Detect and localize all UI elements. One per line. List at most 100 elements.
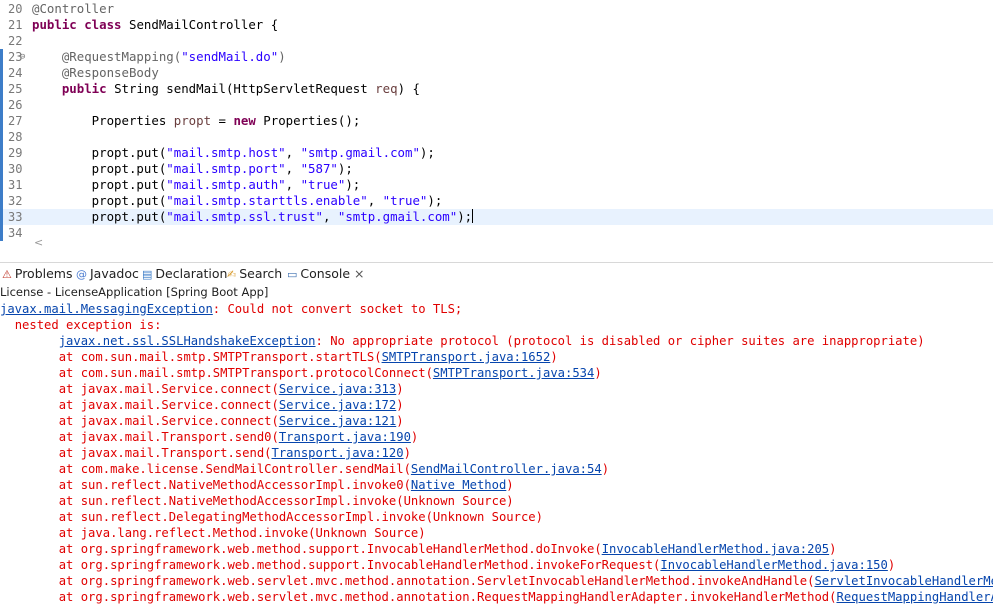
code-line[interactable]: 30 propt.put("mail.smtp.port", "587"); [0, 161, 993, 177]
text-caret [472, 209, 474, 223]
tab-console[interactable]: ▭ Console × [287, 265, 364, 283]
console-output[interactable]: javax.mail.MessagingException: Could not… [0, 300, 993, 605]
console-text: ) [410, 430, 419, 444]
console-line: javax.net.ssl.SSLHandshakeException: No … [0, 333, 925, 349]
console-text: at com.make.license.SendMailController.s… [58, 462, 411, 476]
code-line[interactable]: 26 [0, 97, 993, 113]
tab-search[interactable]: ✍ Search [227, 265, 282, 283]
tab-label: Console [300, 266, 351, 281]
javadoc-icon: @ [76, 268, 87, 281]
console-text: at org.springframework.web.method.suppor… [58, 558, 661, 572]
change-marker [0, 81, 3, 97]
stacktrace-link[interactable]: InvocableHandlerMethod.java:205 [602, 542, 829, 556]
search-icon: ✍ [227, 268, 237, 281]
problems-icon: ⚠ [2, 268, 12, 281]
stacktrace-link[interactable]: SMTPTransport.java:1652 [382, 350, 551, 364]
console-line: at javax.mail.Service.connect(Service.ja… [0, 381, 404, 397]
console-text: ) [601, 462, 610, 476]
scroll-left-arrow-icon[interactable]: < [34, 236, 43, 249]
code-text: @RequestMapping("sendMail.do") [32, 49, 286, 64]
console-text: at org.springframework.web.servlet.mvc.m… [58, 590, 837, 604]
code-line[interactable]: 22 [0, 33, 993, 49]
code-text: public class SendMailController { [32, 17, 279, 32]
code-line[interactable]: 25 public String sendMail(HttpServletReq… [0, 81, 993, 97]
console-text: at com.sun.mail.smtp.SMTPTransport.start… [58, 350, 382, 364]
line-number: 24 [8, 66, 23, 80]
console-text: ) [396, 382, 404, 396]
code-line[interactable]: 31 propt.put("mail.smtp.auth", "true"); [0, 177, 993, 193]
console-text: at javax.mail.Service.connect( [58, 382, 279, 396]
code-line[interactable]: 27 Properties propt = new Properties(); [0, 113, 993, 129]
change-marker [0, 65, 3, 81]
code-text: propt.put("mail.smtp.ssl.trust", "smtp.g… [32, 209, 474, 224]
stacktrace-link[interactable]: javax.mail.MessagingException [0, 302, 213, 316]
code-line[interactable]: 20 @Controller [0, 1, 993, 17]
line-number: 29 [8, 146, 23, 160]
line-number: 21 [8, 18, 23, 32]
stacktrace-link[interactable]: Transport.java:190 [279, 430, 411, 444]
console-line: nested exception is: [0, 317, 162, 333]
code-editor[interactable]: 20 @Controller 21 public class SendMailCont… [0, 0, 993, 262]
change-marker [0, 129, 3, 145]
code-line[interactable]: 23 ⊖ @RequestMapping("sendMail.do") [0, 49, 993, 65]
console-line: javax.mail.MessagingException: Could not… [0, 301, 462, 317]
console-text: at javax.mail.Transport.send( [58, 446, 272, 460]
console-text: at sun.reflect.NativeMethodAccessorImpl.… [58, 494, 514, 508]
change-marker [0, 97, 3, 113]
console-line: at com.sun.mail.smtp.SMTPTransport.start… [0, 349, 558, 365]
console-line: at org.springframework.web.servlet.mvc.m… [0, 589, 993, 605]
code-line[interactable]: 21 public class SendMailController { [0, 17, 993, 33]
stacktrace-link[interactable]: RequestMappingHandlerAda [836, 590, 993, 604]
console-line: at javax.mail.Service.connect(Service.ja… [0, 413, 404, 429]
console-text: ) [887, 558, 896, 572]
stacktrace-link[interactable]: javax.net.ssl.SSLHandshakeException [59, 334, 316, 348]
tab-javadoc[interactable]: @ Javadoc [76, 265, 139, 283]
code-text: propt.put("mail.smtp.auth", "true"); [32, 177, 361, 192]
close-icon[interactable]: × [350, 266, 364, 281]
console-text: at javax.mail.Service.connect( [58, 398, 279, 412]
console-line: at org.springframework.web.method.suppor… [0, 541, 837, 557]
stacktrace-link[interactable]: Service.java:121 [279, 414, 396, 428]
console-text: ) [403, 446, 411, 460]
console-line: at com.sun.mail.smtp.SMTPTransport.proto… [0, 365, 602, 381]
code-line[interactable]: 24 @ResponseBody [0, 65, 993, 81]
stacktrace-link[interactable]: SendMailController.java:54 [411, 462, 602, 476]
stacktrace-link[interactable]: Service.java:172 [279, 398, 396, 412]
console-title: License - LicenseApplication [Spring Boo… [0, 285, 269, 299]
console-text: ) [550, 350, 558, 364]
console-text: at com.sun.mail.smtp.SMTPTransport.proto… [58, 366, 433, 380]
tab-problems[interactable]: ⚠ Problems [2, 265, 73, 283]
stacktrace-link[interactable]: InvocableHandlerMethod.java:150 [660, 558, 887, 572]
console-text: : No appropriate protocol (protocol is d… [315, 334, 925, 348]
code-line[interactable]: 29 propt.put("mail.smtp.host", "smtp.gma… [0, 145, 993, 161]
stacktrace-link[interactable]: ServletInvocableHandlerMeth [814, 574, 993, 588]
fold-toggle-icon[interactable]: ⊖ [20, 49, 25, 65]
code-line[interactable]: 32 propt.put("mail.smtp.starttls.enable"… [0, 193, 993, 209]
declaration-icon: ▤ [142, 268, 153, 281]
console-line: at org.springframework.web.method.suppor… [0, 557, 896, 573]
console-line: at sun.reflect.NativeMethodAccessorImpl.… [0, 477, 514, 493]
change-marker [0, 177, 3, 193]
change-marker [0, 209, 3, 225]
console-text: at java.lang.reflect.Method.invoke(Unkno… [58, 526, 426, 540]
code-text: propt.put("mail.smtp.host", "smtp.gmail.… [32, 145, 435, 160]
line-number: 20 [8, 2, 23, 16]
tab-declaration[interactable]: ▤ Declaration [142, 265, 227, 283]
console-line: at com.make.license.SendMailController.s… [0, 461, 609, 477]
code-line[interactable]: 28 [0, 129, 993, 145]
console-text: at org.springframework.web.servlet.mvc.m… [58, 574, 815, 588]
code-line[interactable]: 33 propt.put("mail.smtp.ssl.trust", "smt… [0, 209, 993, 225]
console-text: ) [829, 542, 837, 556]
line-number: 32 [8, 194, 23, 208]
editor-horizontal-scrollbar[interactable]: < [0, 236, 993, 254]
tab-label: Javadoc [90, 266, 139, 281]
stacktrace-link[interactable]: SMTPTransport.java:534 [433, 366, 594, 380]
console-text: nested exception is: [14, 318, 162, 332]
console-text: at sun.reflect.DelegatingMethodAccessorI… [58, 510, 543, 524]
stacktrace-link[interactable]: Native Method [411, 478, 506, 492]
console-line: at sun.reflect.DelegatingMethodAccessorI… [0, 509, 543, 525]
stacktrace-link[interactable]: Transport.java:120 [272, 446, 404, 460]
stacktrace-link[interactable]: Service.java:313 [279, 382, 396, 396]
change-marker [0, 193, 3, 209]
console-line: at javax.mail.Transport.send(Transport.j… [0, 445, 411, 461]
